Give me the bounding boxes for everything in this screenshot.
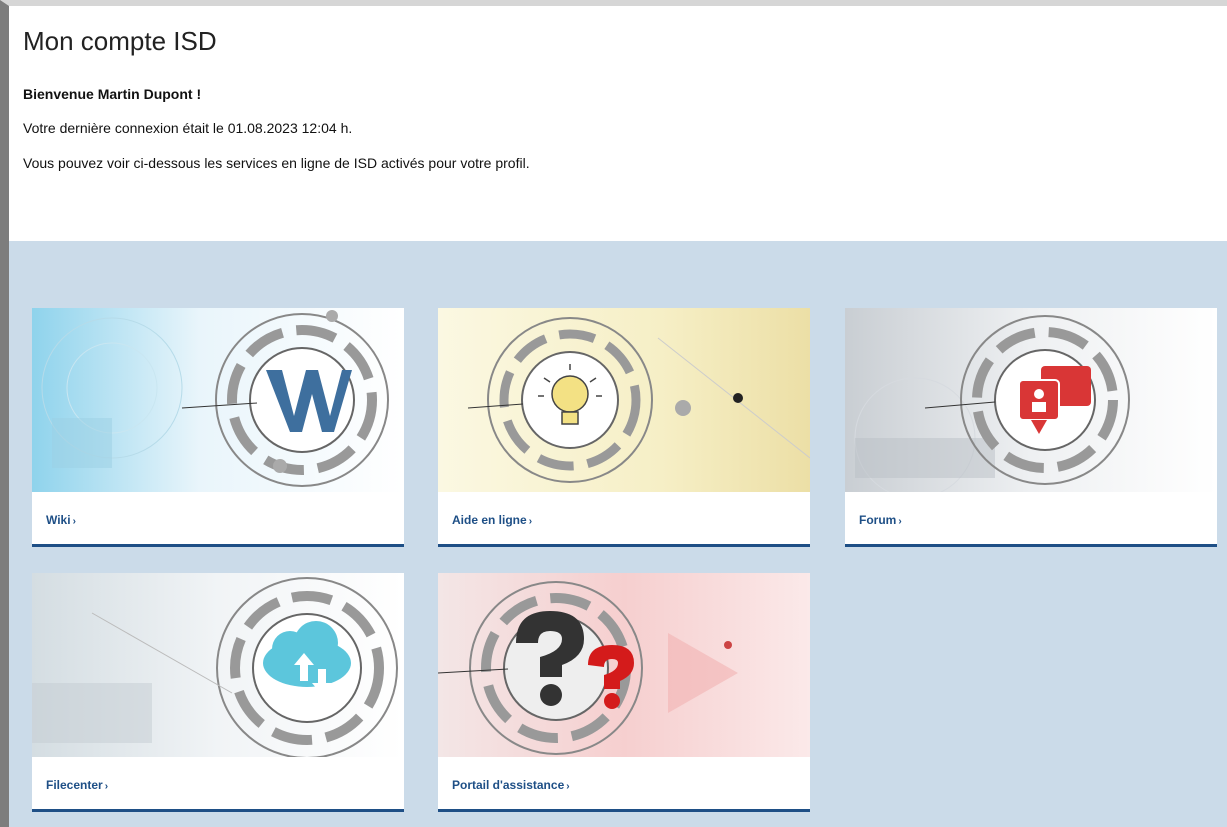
chevron-right-icon: › [72, 516, 76, 527]
service-link-portail-assistance[interactable]: Portail d'assistance › [452, 778, 570, 792]
page-title: Mon compte ISD [23, 26, 217, 56]
service-tile-forum[interactable]: Forum › [845, 308, 1217, 547]
service-link-aide-en-ligne[interactable]: Aide en ligne › [452, 513, 532, 527]
services-info-text: Vous pouvez voir ci-dessous les services… [23, 155, 530, 171]
wiki-banner-image [32, 308, 404, 492]
service-link-forum[interactable]: Forum › [859, 513, 902, 527]
forum-banner-image [845, 308, 1217, 492]
chevron-right-icon: › [898, 516, 902, 527]
services-panel: Wiki › Aide en ligne › Forum › Filecente… [9, 241, 1227, 827]
last-login-text: Votre dernière connexion était le 01.08.… [23, 120, 353, 136]
aide-banner-image [438, 308, 810, 492]
service-tile-filecenter[interactable]: Filecenter › [32, 573, 404, 812]
service-link-filecenter[interactable]: Filecenter › [46, 778, 108, 792]
service-link-wiki[interactable]: Wiki › [46, 513, 76, 527]
chevron-right-icon: › [528, 516, 533, 527]
chevron-right-icon: › [104, 781, 109, 792]
portail-banner-image [438, 573, 810, 757]
welcome-message: Bienvenue Martin Dupont ! [23, 86, 202, 102]
service-tile-portail-assistance[interactable]: Portail d'assistance › [438, 573, 810, 812]
filecenter-banner-image [32, 573, 404, 757]
service-tile-wiki[interactable]: Wiki › [32, 308, 404, 547]
page-header: Mon compte ISD [23, 26, 1213, 57]
service-tile-aide-en-ligne[interactable]: Aide en ligne › [438, 308, 810, 547]
chevron-right-icon: › [566, 781, 570, 792]
